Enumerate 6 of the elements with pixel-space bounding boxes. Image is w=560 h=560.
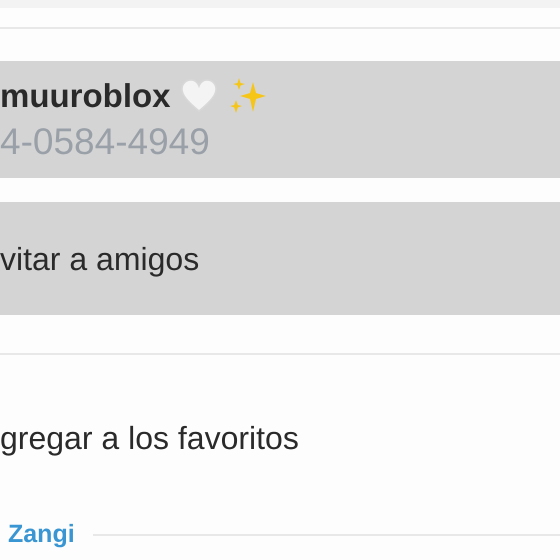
heart-icon	[180, 78, 216, 112]
phone-number: 4-0584-4949	[0, 120, 211, 164]
menu-item[interactable]: vitar a amigos	[0, 202, 560, 315]
contact-name: muuroblox	[0, 76, 170, 116]
section-header: Zangi	[8, 520, 75, 549]
contact-row[interactable]: muuroblox 4-0584-4949	[0, 61, 560, 178]
